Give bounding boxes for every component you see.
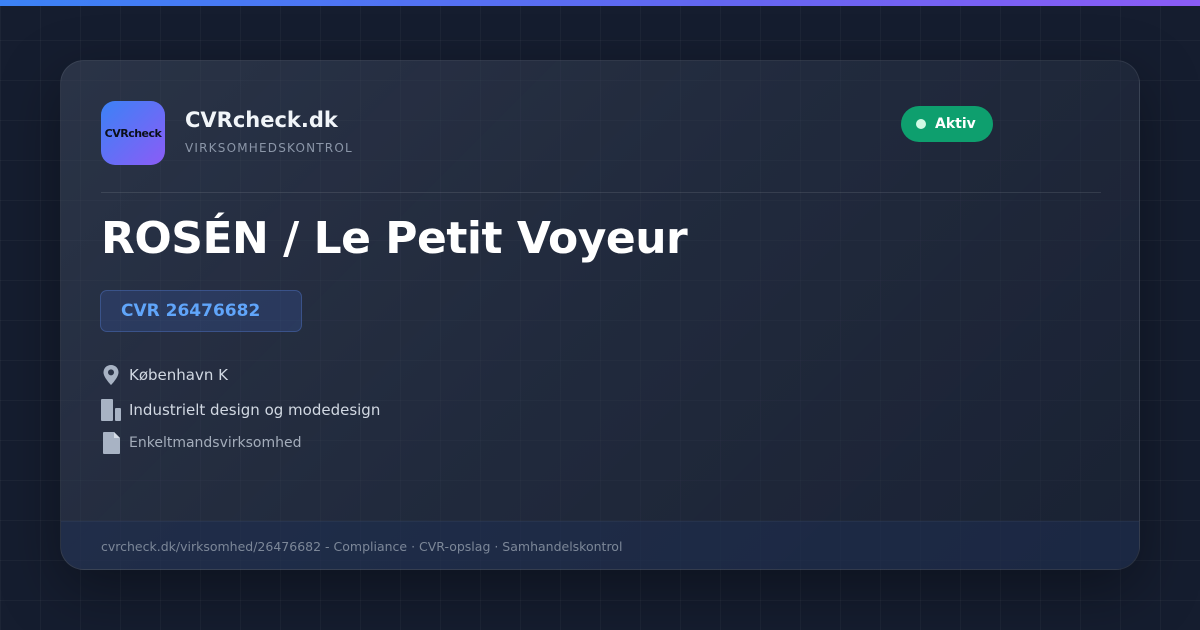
company-type-text: Enkeltmandsvirksomhed [129,435,302,451]
status-dot-icon [916,119,926,129]
status-badge: Aktiv [901,106,993,142]
document-icon [101,432,121,454]
brand-logo-text: CVRcheck [104,126,162,140]
cvr-number-pill: CVR 26476682 [100,290,302,332]
status-label: Aktiv [935,116,976,132]
cvr-number: CVR 26476682 [121,301,261,321]
brand-subtitle: VIRKSOMHEDSKONTROL [185,141,353,155]
footer-text: cvrcheck.dk/virksomhed/26476682 - Compli… [101,539,623,554]
industry-text: Industrielt design og modedesign [129,401,381,419]
location-pin-icon [101,364,121,386]
industry-row: Industrielt design og modedesign [101,399,380,421]
company-type-row: Enkeltmandsvirksomhed [101,432,302,454]
card-footer: cvrcheck.dk/virksomhed/26476682 - Compli… [61,521,1139,569]
brand-name: CVRcheck.dk [185,108,338,132]
location-row: København K [101,364,228,386]
building-icon [101,399,121,421]
location-text: København K [129,366,228,384]
header-divider [101,192,1101,193]
company-name: ROSÉN / Le Petit Voyeur [101,213,688,264]
company-card: CVRcheck CVRcheck.dk VIRKSOMHEDSKONTROL … [60,60,1140,570]
accent-top-bar [0,0,1200,6]
brand-logo: CVRcheck [101,101,165,165]
